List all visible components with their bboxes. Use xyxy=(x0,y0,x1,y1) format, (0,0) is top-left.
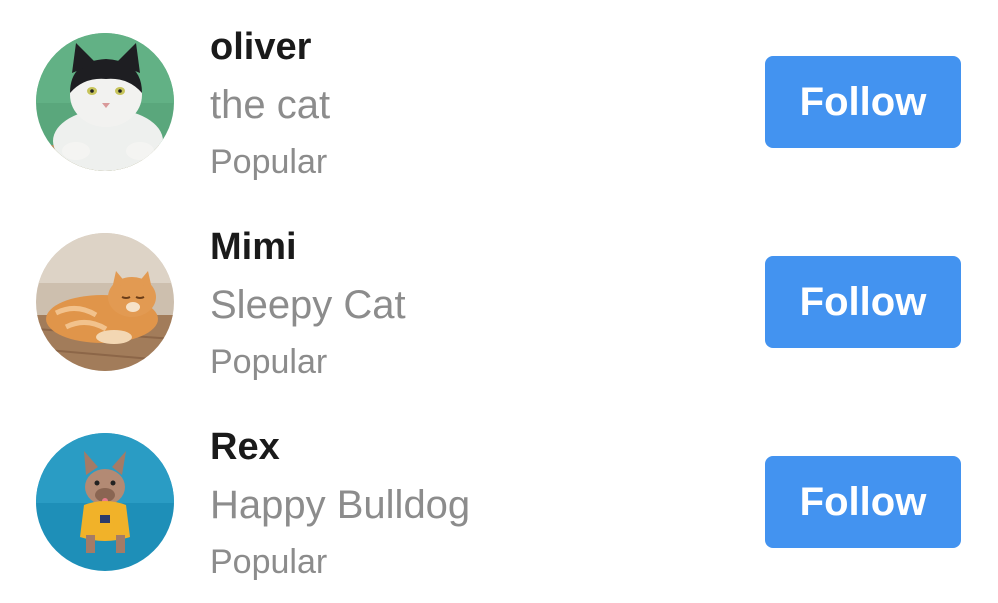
avatar[interactable] xyxy=(36,433,174,571)
follow-button[interactable]: Follow xyxy=(765,256,961,348)
follow-button[interactable]: Follow xyxy=(765,56,961,148)
avatar[interactable] xyxy=(36,233,174,371)
profile-subtitle: Sleepy Cat xyxy=(210,283,406,327)
profile-tag: Popular xyxy=(210,543,328,581)
profile-tag: Popular xyxy=(210,143,328,181)
profile-name: Mimi xyxy=(210,226,297,268)
suggested-profiles-list: oliver the cat Popular Follow Mimi Sleep… xyxy=(0,0,998,603)
profile-row-oliver: oliver the cat Popular Follow xyxy=(0,3,998,203)
cat-avatar-image xyxy=(36,33,174,171)
profile-row-rex: Rex Happy Bulldog Popular Follow xyxy=(0,403,998,603)
avatar[interactable] xyxy=(36,33,174,171)
profile-name: oliver xyxy=(210,26,312,68)
profile-row-mimi: Mimi Sleepy Cat Popular Follow xyxy=(0,203,998,403)
profile-name: Rex xyxy=(210,426,280,468)
dog-avatar-image xyxy=(36,433,174,571)
cat-avatar-image xyxy=(36,233,174,371)
follow-button[interactable]: Follow xyxy=(765,456,961,548)
profile-tag: Popular xyxy=(210,343,328,381)
profile-subtitle: the cat xyxy=(210,83,331,127)
profile-subtitle: Happy Bulldog xyxy=(210,483,471,527)
